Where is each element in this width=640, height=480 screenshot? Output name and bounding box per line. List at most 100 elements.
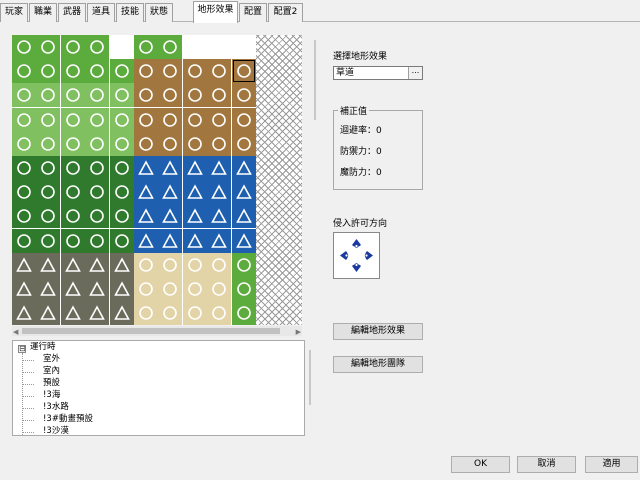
terrain-tile[interactable]	[12, 180, 36, 205]
tree-item[interactable]: !3水路	[43, 402, 69, 413]
terrain-tile[interactable]	[182, 252, 207, 277]
terrain-tile[interactable]	[36, 180, 61, 205]
terrain-tile[interactable]	[85, 35, 110, 59]
terrain-tile[interactable]	[109, 277, 134, 301]
terrain-tile[interactable]	[158, 59, 183, 84]
terrain-tile-map[interactable]	[12, 35, 256, 325]
terrain-tile[interactable]	[207, 301, 232, 325]
terrain-tile[interactable]	[12, 228, 36, 253]
terrain-tile[interactable]	[207, 156, 232, 180]
terrain-tile[interactable]	[36, 131, 61, 156]
terrain-tile[interactable]	[109, 180, 134, 205]
tab-player[interactable]: 玩家	[0, 3, 28, 22]
terrain-tile[interactable]	[182, 156, 207, 180]
terrain-tile[interactable]	[36, 156, 61, 180]
tab-skill[interactable]: 技能	[116, 3, 144, 22]
terrain-tile[interactable]	[60, 83, 85, 108]
terrain-tile[interactable]	[109, 252, 134, 277]
terrain-tile[interactable]	[207, 180, 232, 205]
direction-arrows-icon[interactable]	[334, 233, 379, 278]
terrain-tile[interactable]	[182, 277, 207, 301]
cancel-button[interactable]: 取消	[517, 456, 576, 473]
terrain-tile[interactable]	[12, 83, 36, 108]
terrain-tile[interactable]	[36, 252, 61, 277]
terrain-tile[interactable]	[85, 131, 110, 156]
terrain-tile[interactable]	[36, 83, 61, 108]
terrain-tile[interactable]	[109, 204, 134, 229]
terrain-tile[interactable]	[109, 83, 134, 108]
tab-item[interactable]: 道具	[87, 3, 115, 22]
scrollbar-thumb[interactable]	[22, 328, 280, 334]
terrain-tile[interactable]	[231, 228, 256, 253]
terrain-tile[interactable]	[60, 252, 85, 277]
tab-state[interactable]: 狀態	[145, 3, 173, 22]
terrain-tile[interactable]	[158, 83, 183, 108]
terrain-tile[interactable]	[12, 156, 36, 180]
terrain-tile[interactable]	[85, 59, 110, 84]
terrain-tile[interactable]	[207, 252, 232, 277]
terrain-tile[interactable]	[85, 204, 110, 229]
terrain-tile[interactable]	[158, 204, 183, 229]
edit-terrain-effect-button[interactable]: 編輯地形效果	[333, 323, 423, 340]
terrain-tile[interactable]	[36, 301, 61, 325]
tab-weapon[interactable]: 武器	[58, 3, 86, 22]
terrain-tile[interactable]	[60, 204, 85, 229]
terrain-tile[interactable]	[85, 83, 110, 108]
terrain-tile[interactable]	[12, 252, 36, 277]
scroll-right-icon[interactable]: ▶	[296, 328, 301, 336]
terrain-tile[interactable]	[134, 107, 158, 132]
terrain-tile[interactable]	[12, 277, 36, 301]
tab-config[interactable]: 配置	[239, 3, 267, 22]
terrain-tile[interactable]	[182, 301, 207, 325]
tree-item[interactable]: 預設	[43, 378, 60, 389]
terrain-tile[interactable]	[207, 131, 232, 156]
terrain-tile[interactable]	[231, 59, 256, 84]
terrain-tile[interactable]	[231, 277, 256, 301]
terrain-tile[interactable]	[36, 59, 61, 84]
terrain-tile[interactable]	[134, 180, 158, 205]
terrain-tile[interactable]	[231, 107, 256, 132]
collapse-icon[interactable]: ⊟	[18, 345, 26, 353]
terrain-tile[interactable]	[158, 180, 183, 205]
terrain-tile[interactable]	[12, 107, 36, 132]
apply-button[interactable]: 適用	[585, 456, 638, 473]
terrain-tile[interactable]	[85, 301, 110, 325]
terrain-tile[interactable]	[12, 35, 36, 59]
terrain-tile[interactable]	[134, 228, 158, 253]
terrain-tile[interactable]	[85, 180, 110, 205]
terrain-tile[interactable]	[182, 131, 207, 156]
terrain-tile[interactable]	[85, 252, 110, 277]
terrain-tile[interactable]	[12, 204, 36, 229]
terrain-tile[interactable]	[60, 156, 85, 180]
tilemap-horizontal-scrollbar[interactable]: ◀ ▶	[12, 326, 302, 336]
terrain-tile[interactable]	[182, 107, 207, 132]
terrain-tile[interactable]	[109, 59, 134, 84]
terrain-tile[interactable]	[207, 228, 232, 253]
terrain-tile[interactable]	[85, 277, 110, 301]
tree-item[interactable]: 室內	[43, 366, 60, 377]
terrain-tile[interactable]	[134, 35, 158, 59]
terrain-tile[interactable]	[182, 59, 207, 84]
terrain-tile[interactable]	[134, 204, 158, 229]
scroll-left-icon[interactable]: ◀	[13, 328, 18, 336]
terrain-tile[interactable]	[60, 180, 85, 205]
terrain-tile[interactable]	[158, 301, 183, 325]
terrain-tile[interactable]	[158, 156, 183, 180]
terrain-tile[interactable]	[85, 107, 110, 132]
tab-config2[interactable]: 配置2	[268, 3, 303, 22]
tree-item[interactable]: !3#動畫預設	[43, 414, 93, 425]
terrain-tile[interactable]	[231, 252, 256, 277]
ok-button[interactable]: OK	[451, 456, 510, 473]
terrain-tile[interactable]	[36, 107, 61, 132]
terrain-tile[interactable]	[60, 59, 85, 84]
terrain-tile[interactable]	[60, 131, 85, 156]
tree-item[interactable]: !3海	[43, 390, 60, 401]
terrain-tile[interactable]	[134, 301, 158, 325]
terrain-tile[interactable]	[60, 228, 85, 253]
terrain-tile[interactable]	[182, 180, 207, 205]
tree-item[interactable]: 室外	[43, 354, 60, 365]
terrain-tile[interactable]	[109, 156, 134, 180]
terrain-tile[interactable]	[109, 131, 134, 156]
terrain-tile[interactable]	[231, 156, 256, 180]
terrain-tile[interactable]	[231, 131, 256, 156]
